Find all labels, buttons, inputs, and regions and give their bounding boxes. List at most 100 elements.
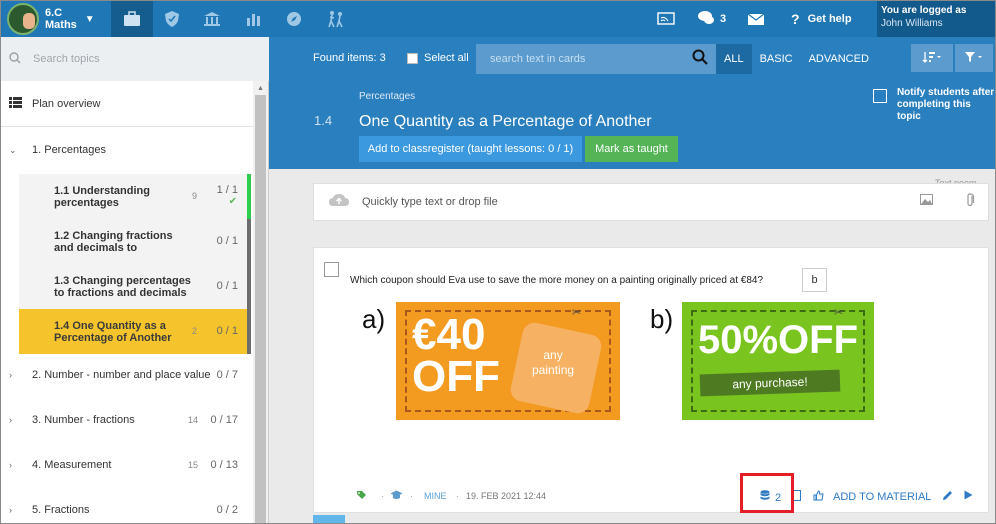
app-window: 6.C Maths ▼ 3 ? Get help You are logged … <box>0 0 996 524</box>
coupon-b-image: ✂ 50%OFF any purchase! <box>682 302 874 420</box>
add-to-material-button[interactable]: ADD TO MATERIAL <box>833 491 931 503</box>
topics-sidebar: Search topics Plan overview ⌄ 1. Percent… <box>1 37 269 523</box>
card-question: Which coupon should Eva use to save the … <box>313 247 989 513</box>
coupon-b-discount: 50%OFF <box>698 318 859 362</box>
topic-item-fractions[interactable]: › 5. Fractions 0 / 2 <box>1 499 253 521</box>
card-select-checkbox[interactable] <box>324 262 339 277</box>
notify-label: Notify students after completing this to… <box>897 87 995 123</box>
graduation-cap-icon[interactable] <box>390 490 403 503</box>
checkmark-icon: ✔ <box>228 196 237 207</box>
subtopic-item-1-1[interactable]: 1.1 Understanding percentages 9 1 / 1 ✔ <box>19 174 251 219</box>
filter-button[interactable] <box>955 44 993 72</box>
topic-progress: 0 / 17 <box>210 414 238 426</box>
checkbox-icon <box>873 89 887 103</box>
card-search-input[interactable]: search text in cards <box>476 44 716 74</box>
subtopic-name: 1.2 Changing fractions and decimals to <box>54 230 173 254</box>
page-title: One Quantity as a Percentage of Another <box>359 113 652 130</box>
topic-name: 3. Number - fractions <box>32 414 135 426</box>
lesson-header: Found items: 3 Select all search text in… <box>269 37 995 169</box>
add-to-classregister-button[interactable]: Add to classregister (taught lessons: 0 … <box>359 136 582 162</box>
shield-icon[interactable] <box>151 1 193 37</box>
checkbox-icon <box>407 52 418 64</box>
thumbs-up-icon[interactable] <box>813 490 824 504</box>
bar-chart-icon[interactable] <box>233 1 275 37</box>
quick-add-placeholder: Quickly type text or drop file <box>362 196 498 208</box>
image-icon[interactable] <box>920 194 933 208</box>
coupon-a-condition-line2: painting <box>532 363 575 377</box>
mark-as-taught-button[interactable]: Mark as taught <box>585 136 678 162</box>
select-all-checkbox[interactable]: Select all <box>407 52 469 64</box>
subtopic-name-line2: Percentage of Another <box>54 332 172 344</box>
tab-all[interactable]: ALL <box>716 44 752 74</box>
logged-as-label: You are logged as <box>881 5 967 16</box>
tab-advanced[interactable]: ADVANCED <box>801 44 877 74</box>
main-content: Found items: 3 Select all search text in… <box>269 37 995 523</box>
subtopic-name-line2: percentages <box>54 197 119 209</box>
help-icon: ? <box>791 11 800 27</box>
subtopic-name-line1: 1.1 Understanding <box>54 185 150 197</box>
sidebar-scrollbar[interactable]: ▲ <box>253 81 268 523</box>
class-selector[interactable]: 6.C Maths ▼ <box>1 1 109 37</box>
mail-icon[interactable] <box>747 1 765 37</box>
screen-cast-icon[interactable] <box>657 1 675 37</box>
next-card-edge <box>313 515 345 523</box>
tag-icon[interactable] <box>356 490 367 503</box>
subtopic-item-1-3[interactable]: 1.3 Changing percentages to fractions an… <box>19 264 251 309</box>
pencil-icon[interactable] <box>942 490 953 504</box>
subtopic-name-line1: 1.3 Changing percentages <box>54 275 191 287</box>
found-items-count: Found items: 3 <box>313 52 386 64</box>
user-menu[interactable]: You are logged as John Williams <box>877 1 995 37</box>
filter-icon <box>964 51 984 66</box>
subtopic-progress: 0 / 1 <box>216 325 238 337</box>
option-label-b: b) <box>650 304 674 334</box>
coupon-a-condition-line1: any <box>543 348 563 362</box>
class-name-line2: Maths <box>45 19 77 31</box>
subtopic-card-count: 2 <box>192 326 198 336</box>
topic-search-input[interactable]: Search topics <box>33 53 100 65</box>
messages-button[interactable]: 3 <box>697 1 726 37</box>
topic-item-measurement[interactable]: › 4. Measurement 15 0 / 13 <box>1 454 253 476</box>
chevron-right-icon: › <box>9 370 12 380</box>
subtopic-item-1-2[interactable]: 1.2 Changing fractions and decimals to 0… <box>19 219 251 264</box>
subtopic-name-line2: to fractions and decimals <box>54 287 187 299</box>
compass-icon[interactable] <box>273 1 315 37</box>
subtopic-name: 1.1 Understanding percentages <box>54 185 150 209</box>
topic-name: 2. Number - number and place value <box>32 369 211 381</box>
subtopic-item-1-4[interactable]: 1.4 One Quantity as a Percentage of Anot… <box>19 309 251 354</box>
progress-indicator <box>247 309 251 354</box>
topic-name: 5. Fractions <box>32 504 90 516</box>
search-icon <box>9 51 21 67</box>
topic-item-number-place-value[interactable]: › 2. Number - number and place value 0 /… <box>1 364 253 386</box>
chevron-right-icon: › <box>9 460 12 470</box>
bank-icon[interactable] <box>191 1 233 37</box>
topic-search[interactable]: Search topics <box>1 37 269 81</box>
cloud-upload-icon[interactable] <box>328 192 350 212</box>
help-button[interactable]: ? Get help <box>791 1 852 37</box>
subtopic-card-count: 9 <box>192 191 198 201</box>
play-icon[interactable] <box>964 490 973 503</box>
usage-count-highlight <box>740 473 794 513</box>
topic-name: 1. Percentages <box>32 144 106 156</box>
scrollbar-thumb[interactable] <box>255 95 266 523</box>
coupon-a-condition: any painting <box>532 348 574 378</box>
quick-add-input[interactable]: Quickly type text or drop file <box>313 183 989 221</box>
search-icon[interactable] <box>692 49 708 70</box>
scroll-up-arrow-icon[interactable]: ▲ <box>257 85 264 92</box>
progress-indicator <box>247 219 251 264</box>
notify-students-checkbox[interactable]: Notify students after completing this to… <box>873 87 995 123</box>
tab-basic[interactable]: BASIC <box>752 44 801 74</box>
sort-button[interactable] <box>911 44 953 72</box>
briefcase-icon[interactable] <box>111 1 153 37</box>
students-walking-icon[interactable] <box>315 1 357 37</box>
paperclip-icon[interactable] <box>966 193 975 210</box>
top-navigation-bar: 6.C Maths ▼ 3 ? Get help You are logged … <box>1 1 995 37</box>
plan-overview-link[interactable]: Plan overview <box>1 81 253 127</box>
messages-count: 3 <box>720 13 727 25</box>
plan-overview-label: Plan overview <box>32 97 101 110</box>
select-all-label: Select all <box>424 52 469 64</box>
owner-label: MINE <box>424 491 447 501</box>
breadcrumb[interactable]: Percentages <box>359 91 415 102</box>
topic-item-percentages[interactable]: ⌄ 1. Percentages <box>1 139 253 161</box>
topic-item-number-fractions[interactable]: › 3. Number - fractions 14 0 / 17 <box>1 409 253 431</box>
level-tabs: ALL BASIC ADVANCED <box>716 44 877 74</box>
